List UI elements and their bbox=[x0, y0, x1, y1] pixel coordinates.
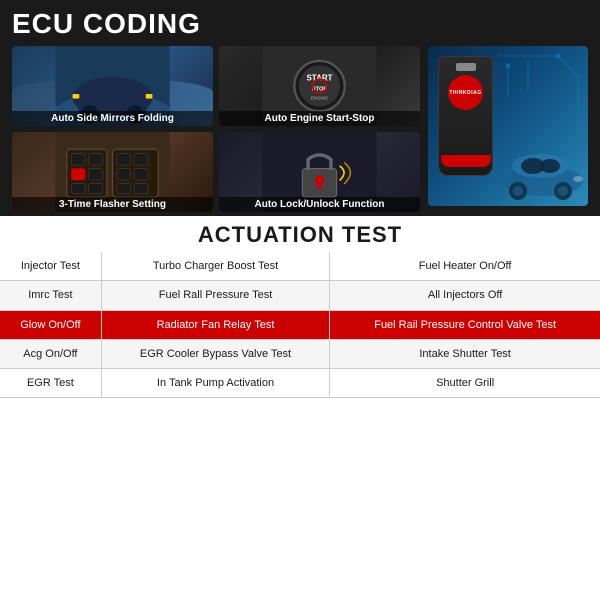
table-cell: Imrc Test bbox=[0, 281, 101, 310]
car-background: THINKDIAG bbox=[428, 46, 588, 206]
table-cell: Fuel Rail Pressure Control Valve Test bbox=[330, 310, 600, 339]
svg-text:START: START bbox=[306, 73, 332, 82]
ecu-content: Auto Side Mirrors Folding START STOP bbox=[12, 46, 588, 212]
svg-text:ENGINE: ENGINE bbox=[311, 96, 329, 101]
table-cell: Fuel Heater On/Off bbox=[330, 252, 600, 281]
table-cell: EGR Test bbox=[0, 369, 101, 398]
actuation-section: ACTUATION TEST Injector Test Turbo Charg… bbox=[0, 216, 600, 600]
ecu-item-label-lock: Auto Lock/Unlock Function bbox=[219, 197, 420, 212]
actuation-title: ACTUATION TEST bbox=[0, 216, 600, 252]
table-row: Injector Test Turbo Charger Boost Test F… bbox=[0, 252, 600, 281]
table-cell: EGR Cooler Bypass Valve Test bbox=[101, 339, 329, 368]
ecu-item-lock: Auto Lock/Unlock Function bbox=[219, 132, 420, 212]
ecu-item-flasher: 3-Time Flasher Setting bbox=[12, 132, 213, 212]
table-cell: Turbo Charger Boost Test bbox=[101, 252, 329, 281]
car-device-area: THINKDIAG bbox=[428, 46, 588, 206]
table-cell: Injector Test bbox=[0, 252, 101, 281]
table-row: Acg On/Off EGR Cooler Bypass Valve Test … bbox=[0, 339, 600, 368]
ecu-coding-section: ECU CODING bbox=[0, 0, 600, 216]
table-row: EGR Test In Tank Pump Activation Shutter… bbox=[0, 369, 600, 398]
table-cell: All Injectors Off bbox=[330, 281, 600, 310]
ecu-item-mirrors: Auto Side Mirrors Folding bbox=[12, 46, 213, 126]
ecu-title: ECU CODING bbox=[12, 8, 588, 40]
page: ECU CODING bbox=[0, 0, 600, 600]
actuation-table: Injector Test Turbo Charger Boost Test F… bbox=[0, 252, 600, 398]
table-row: Imrc Test Fuel Rall Pressure Test All In… bbox=[0, 281, 600, 310]
table-cell: Acg On/Off bbox=[0, 339, 101, 368]
circuit-overlay bbox=[428, 46, 588, 206]
table-cell: In Tank Pump Activation bbox=[101, 369, 329, 398]
ecu-grid: Auto Side Mirrors Folding START STOP bbox=[12, 46, 420, 212]
table-row: Glow On/Off Radiator Fan Relay Test Fuel… bbox=[0, 310, 600, 339]
ecu-item-label-flasher: 3-Time Flasher Setting bbox=[12, 197, 213, 212]
table-cell: Shutter Grill bbox=[330, 369, 600, 398]
ecu-item-label-engine: Auto Engine Start-Stop bbox=[219, 111, 420, 126]
table-cell: Radiator Fan Relay Test bbox=[101, 310, 329, 339]
table-cell: Fuel Rall Pressure Test bbox=[101, 281, 329, 310]
ecu-item-label-mirrors: Auto Side Mirrors Folding bbox=[12, 111, 213, 126]
table-cell: Glow On/Off bbox=[0, 310, 101, 339]
table-cell: Intake Shutter Test bbox=[330, 339, 600, 368]
ecu-item-engine: START STOP ENGINE Auto Engine Start-Stop bbox=[219, 46, 420, 126]
